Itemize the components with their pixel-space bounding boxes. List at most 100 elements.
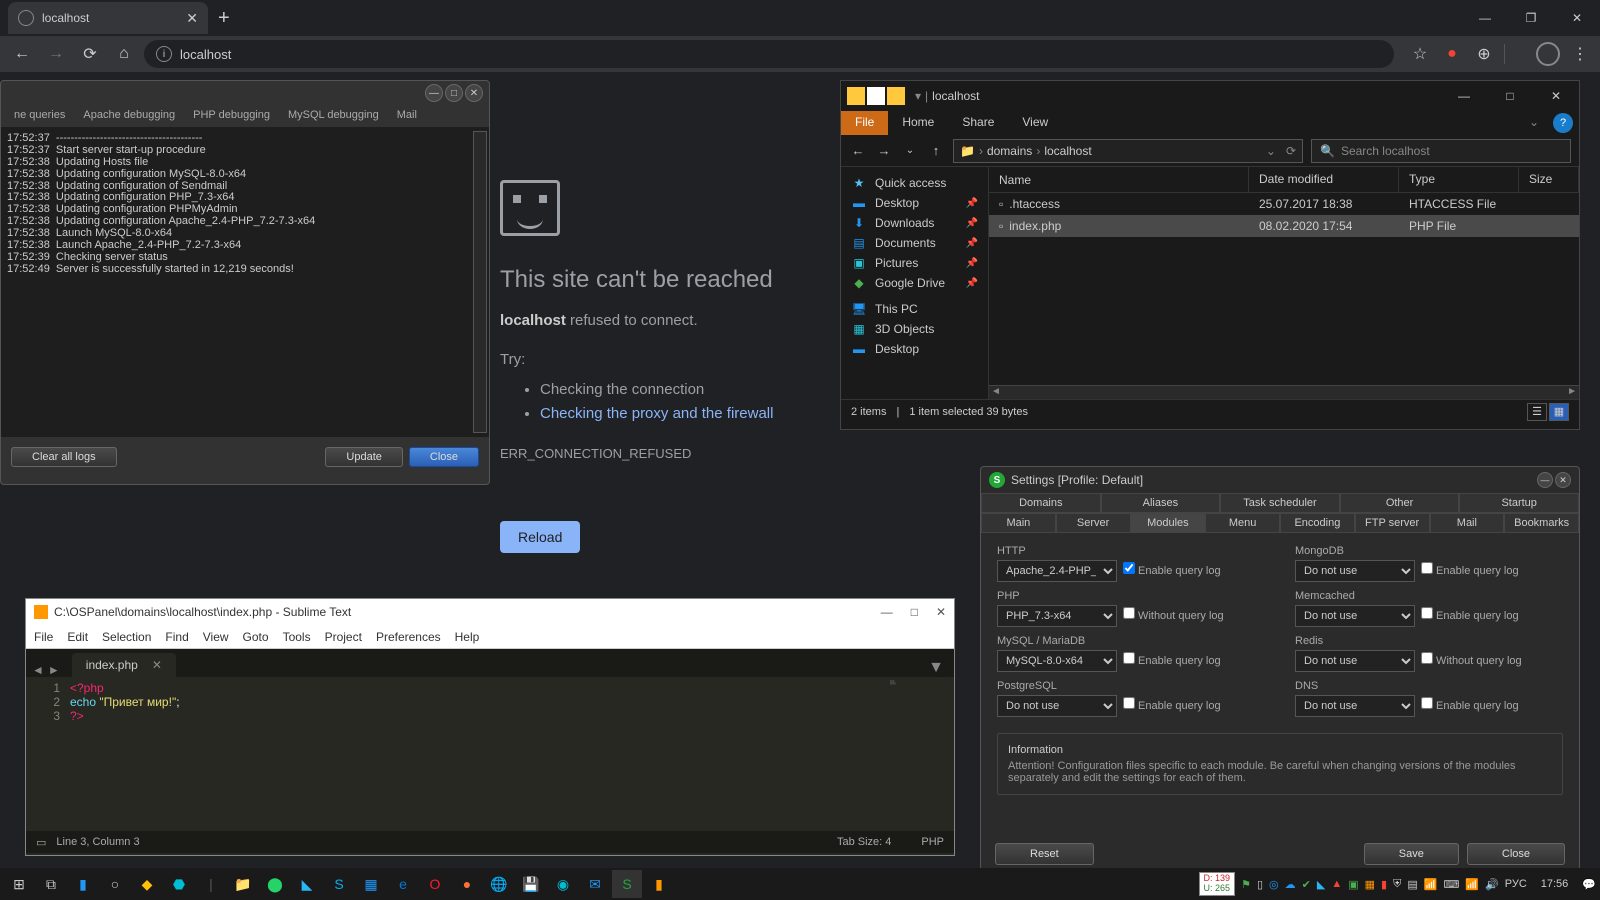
- tab-dropdown-icon[interactable]: ▼: [918, 659, 954, 677]
- menu-item[interactable]: Preferences: [376, 630, 441, 644]
- chrome-tab-localhost[interactable]: localhost ✕: [8, 2, 208, 34]
- whatsapp-icon[interactable]: ⬤: [260, 870, 290, 898]
- col-type[interactable]: Type: [1399, 167, 1519, 192]
- sub-close[interactable]: ✕: [936, 605, 946, 619]
- settings-tab[interactable]: Domains: [981, 493, 1101, 513]
- nav-up-icon[interactable]: ↑: [927, 143, 945, 158]
- sidebar-item[interactable]: ▬Desktop📌: [841, 193, 988, 213]
- query-log-checkbox[interactable]: Enable query log: [1421, 697, 1519, 712]
- save-button[interactable]: Save: [1364, 843, 1459, 865]
- sidebar-item[interactable]: ⬇Downloads📌: [841, 213, 988, 233]
- sidebar-item[interactable]: ▬Desktop: [841, 339, 988, 359]
- nav-forward-icon[interactable]: →: [875, 143, 893, 158]
- app-icon[interactable]: ◉: [548, 870, 578, 898]
- new-tab-button[interactable]: +: [218, 7, 230, 30]
- settings-tab[interactable]: Aliases: [1101, 493, 1221, 513]
- settings-tab[interactable]: Main: [981, 513, 1056, 533]
- bookmark-star-icon[interactable]: ☆: [1408, 42, 1432, 66]
- sidebar-item[interactable]: ◆Google Drive📌: [841, 273, 988, 293]
- tab-close-icon[interactable]: ✕: [186, 10, 198, 27]
- settings-tab[interactable]: Menu: [1205, 513, 1280, 533]
- tab-php[interactable]: PHP debugging: [184, 105, 279, 127]
- ribbon-help-icon[interactable]: ?: [1553, 113, 1573, 133]
- menu-item[interactable]: Selection: [102, 630, 151, 644]
- menu-item[interactable]: Help: [455, 630, 480, 644]
- code-line[interactable]: 1<?php: [26, 681, 954, 695]
- os-close-icon[interactable]: ✕: [465, 84, 483, 102]
- telegram-icon[interactable]: ◣: [292, 870, 322, 898]
- menu-item[interactable]: View: [203, 630, 229, 644]
- settings-tab[interactable]: Server: [1056, 513, 1131, 533]
- col-date[interactable]: Date modified: [1249, 167, 1399, 192]
- settings-tab[interactable]: Modules: [1131, 513, 1206, 533]
- opera-icon[interactable]: O: [420, 870, 450, 898]
- site-info-icon[interactable]: i: [156, 46, 172, 62]
- file-row[interactable]: ▫index.php08.02.2020 17:54PHP File: [989, 215, 1579, 237]
- tab-mail[interactable]: Mail: [388, 105, 426, 127]
- module-select[interactable]: PHP_7.3-x64: [997, 605, 1117, 627]
- horizontal-scrollbar[interactable]: ◄►: [989, 385, 1579, 399]
- settings-min-icon[interactable]: —: [1537, 472, 1553, 488]
- firefox-icon[interactable]: ●: [452, 870, 482, 898]
- tab-close-icon[interactable]: ✕: [152, 658, 162, 672]
- module-select[interactable]: Do not use: [1295, 650, 1415, 672]
- menu-item[interactable]: Project: [325, 630, 362, 644]
- sub-min[interactable]: —: [881, 605, 893, 619]
- tab-prev-icon[interactable]: ◄: [32, 663, 44, 677]
- module-select[interactable]: Apache_2.4-PHP_7.2-: [997, 560, 1117, 582]
- view-icons-icon[interactable]: ▦: [1549, 403, 1569, 421]
- settings-tab[interactable]: FTP server: [1355, 513, 1430, 533]
- module-select[interactable]: Do not use: [1295, 605, 1415, 627]
- tray-icon[interactable]: ◎: [1269, 878, 1279, 891]
- query-log-checkbox[interactable]: Without query log: [1421, 652, 1522, 667]
- query-log-checkbox[interactable]: Enable query log: [1123, 562, 1221, 577]
- chrome-menu-button[interactable]: ⋮: [1568, 42, 1592, 66]
- taskview-icon[interactable]: ⧉: [36, 870, 66, 898]
- tray-icon[interactable]: ⚑: [1241, 878, 1251, 891]
- app-icon[interactable]: ▦: [356, 870, 386, 898]
- back-button[interactable]: ←: [8, 40, 36, 68]
- ribbon-expand-icon[interactable]: ⌄: [1521, 111, 1547, 135]
- sublime-tab-index[interactable]: index.php ✕: [72, 653, 176, 677]
- sub-max[interactable]: □: [911, 605, 918, 619]
- ex-close-button[interactable]: ✕: [1533, 81, 1579, 111]
- perf-monitor[interactable]: D: 139 U: 265: [1199, 872, 1236, 896]
- ribbon-file[interactable]: File: [841, 111, 888, 135]
- address-bar[interactable]: 📁 › domains › localhost ⌄ ⟳: [953, 139, 1303, 163]
- settings-close-icon[interactable]: ✕: [1555, 472, 1571, 488]
- explorer-icon[interactable]: 📁: [228, 870, 258, 898]
- sidebar-item[interactable]: ▦3D Objects: [841, 319, 988, 339]
- ribbon-home[interactable]: Home: [888, 111, 948, 135]
- tray-icon[interactable]: ⌨: [1443, 878, 1459, 891]
- file-row[interactable]: ▫.htaccess25.07.2017 18:38HTACCESS File: [989, 193, 1579, 215]
- settings-titlebar[interactable]: S Settings [Profile: Default] — ✕: [981, 467, 1579, 493]
- reload-button[interactable]: Reload: [500, 521, 580, 553]
- os-max-icon[interactable]: □: [445, 84, 463, 102]
- reset-button[interactable]: Reset: [995, 843, 1094, 865]
- query-log-checkbox[interactable]: Enable query log: [1421, 607, 1519, 622]
- ribbon-share[interactable]: Share: [948, 111, 1008, 135]
- extension-icon[interactable]: ●: [1440, 42, 1464, 66]
- menu-item[interactable]: File: [34, 630, 53, 644]
- sidebar-item[interactable]: ▤Documents📌: [841, 233, 988, 253]
- path-refresh-icon[interactable]: ⟳: [1286, 144, 1296, 158]
- settings-tab[interactable]: Encoding: [1280, 513, 1355, 533]
- menu-item[interactable]: Edit: [67, 630, 88, 644]
- tray-icon[interactable]: ▯: [1257, 878, 1263, 891]
- cortana-icon[interactable]: ○: [100, 870, 130, 898]
- search-input[interactable]: 🔍 Search localhost: [1311, 139, 1571, 163]
- menu-item[interactable]: Find: [165, 630, 188, 644]
- module-select[interactable]: MySQL-8.0-x64: [997, 650, 1117, 672]
- sidebar-item[interactable]: ★Quick access: [841, 173, 988, 193]
- nav-history-icon[interactable]: ⌄: [901, 145, 919, 156]
- query-log-checkbox[interactable]: Enable query log: [1421, 562, 1519, 577]
- tray-volume-icon[interactable]: 🔊: [1485, 878, 1499, 891]
- tray-icon[interactable]: ⛨: [1393, 878, 1401, 891]
- sublime-titlebar[interactable]: C:\OSPanel\domains\localhost\index.php -…: [26, 599, 954, 625]
- tray-icon[interactable]: ◣: [1317, 878, 1325, 891]
- tab-apache[interactable]: Apache debugging: [74, 105, 184, 127]
- ribbon-view[interactable]: View: [1008, 111, 1062, 135]
- menu-item[interactable]: Goto: [243, 630, 269, 644]
- skype-icon[interactable]: S: [324, 870, 354, 898]
- os-log-body[interactable]: 17:52:37 -------------------------------…: [1, 127, 489, 437]
